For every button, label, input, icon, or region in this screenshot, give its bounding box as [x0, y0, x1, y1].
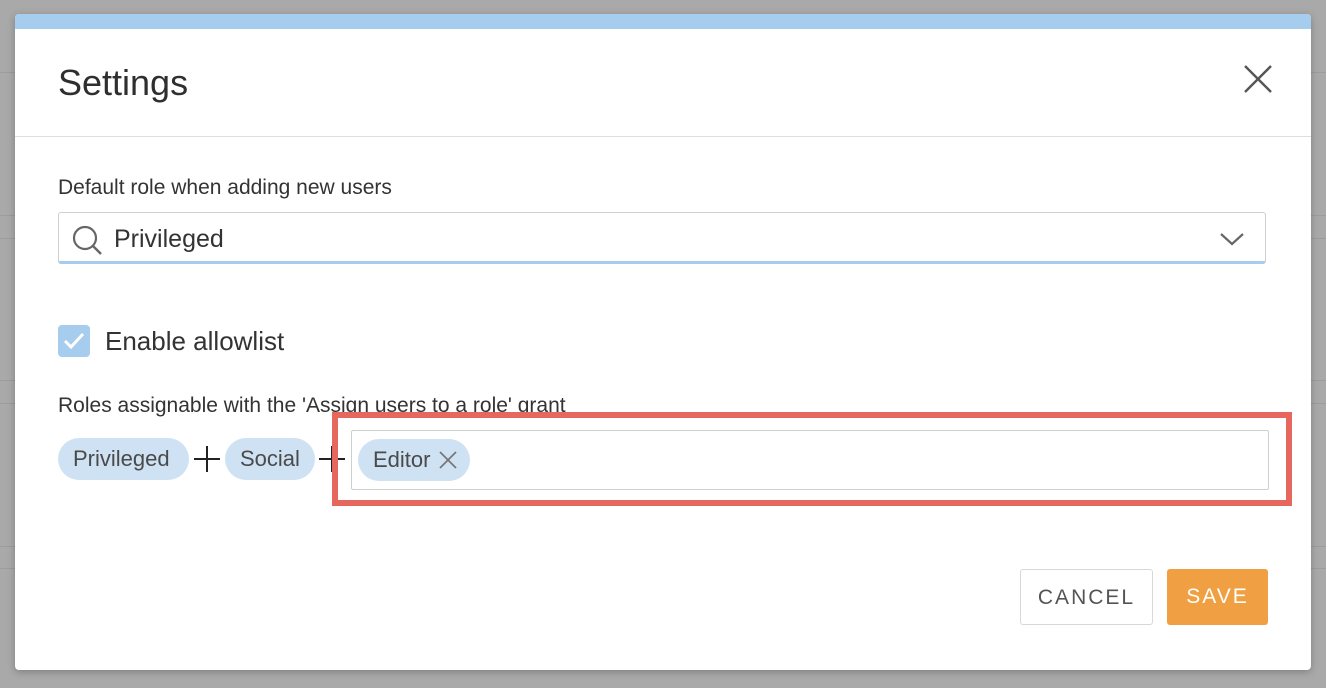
allowlist-checkbox[interactable]: [58, 325, 90, 357]
chevron-down-icon: [1220, 233, 1244, 246]
cancel-button[interactable]: CANCEL: [1020, 569, 1153, 625]
role-chip[interactable]: Social: [225, 438, 315, 480]
default-role-select[interactable]: Privileged: [58, 212, 1266, 264]
role-chip[interactable]: Privileged: [58, 438, 189, 480]
plus-icon: [194, 446, 220, 472]
dialog-title: Settings: [58, 62, 189, 103]
allowlist-label: Enable allowlist: [105, 326, 285, 356]
highlight-annotation: [332, 412, 1292, 506]
close-icon: [1244, 65, 1272, 93]
default-role-label: Default role when adding new users: [58, 176, 392, 199]
dialog-accent-bar: [15, 14, 1311, 29]
save-button[interactable]: SAVE: [1167, 569, 1268, 625]
close-button[interactable]: [1242, 63, 1274, 95]
settings-dialog: Settings Default role when adding new us…: [15, 14, 1311, 670]
header-divider: [15, 136, 1311, 137]
default-role-value: Privileged: [114, 225, 224, 253]
check-icon: [63, 332, 85, 350]
search-icon: [72, 225, 102, 255]
